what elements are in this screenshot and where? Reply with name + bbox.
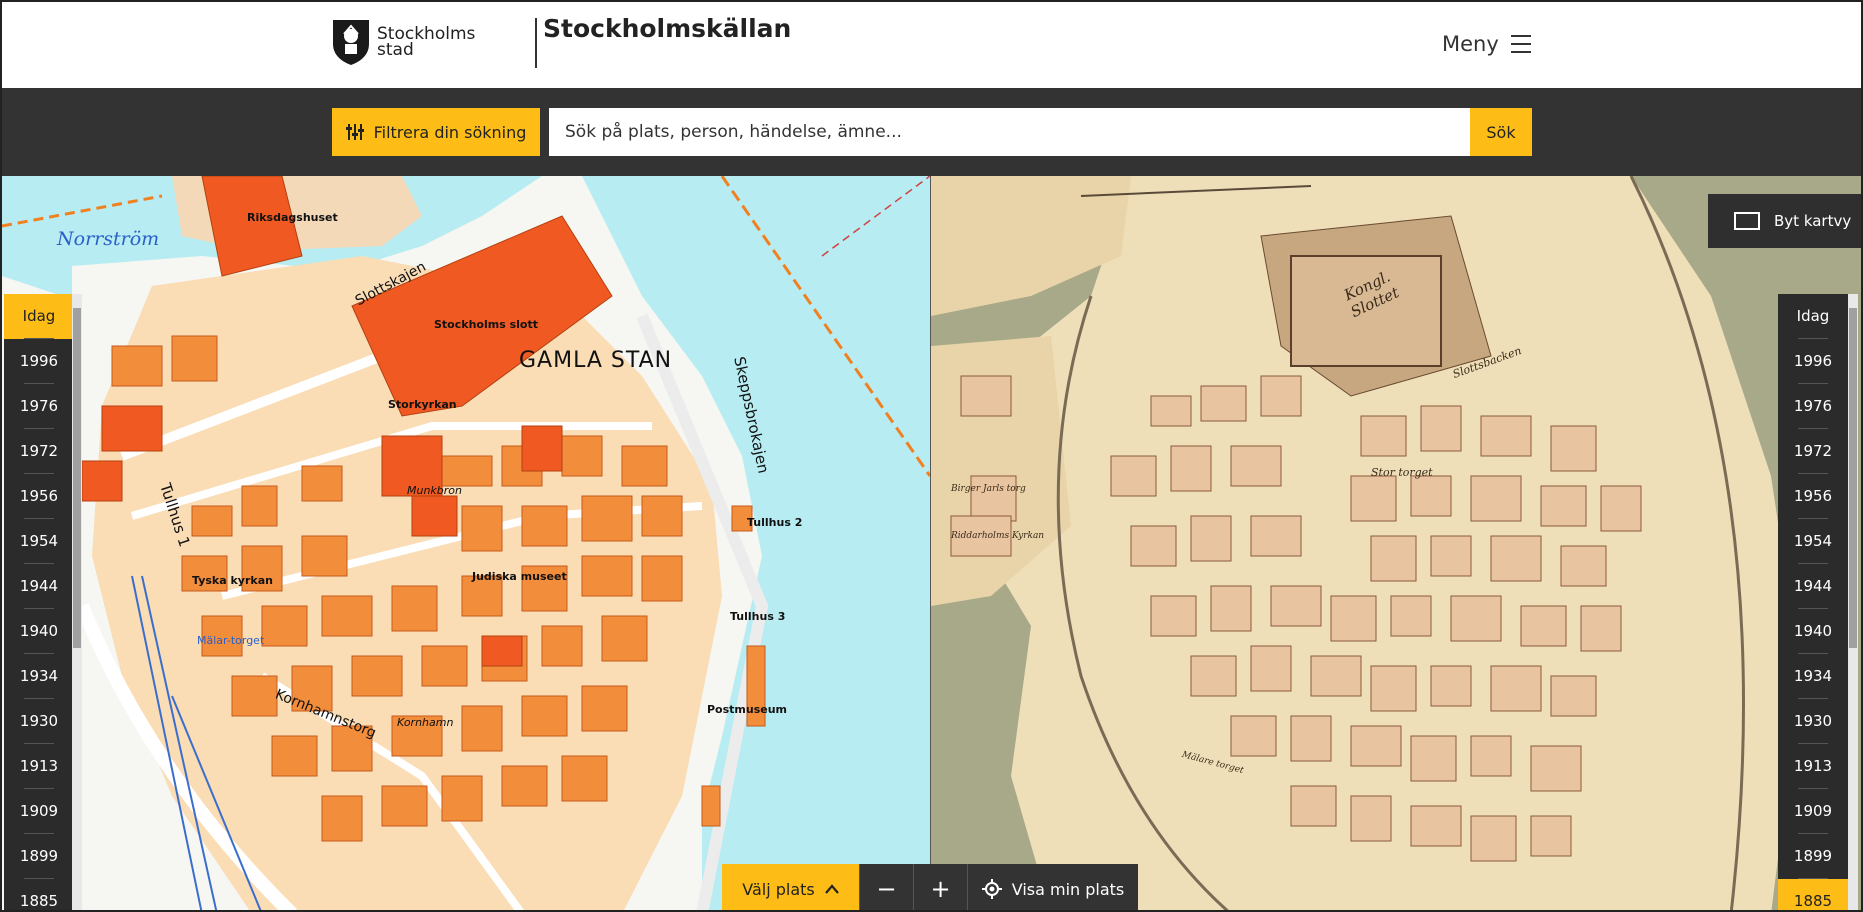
- map-place-storkyrkan: Storkyrkan: [388, 398, 457, 411]
- shield-logo-icon: [333, 20, 369, 65]
- map-place-riddarholms-kyrkan: Riddarholms Kyrkan: [951, 531, 1045, 541]
- timeline-left-scrollbar[interactable]: [72, 294, 82, 910]
- timeline-right-year[interactable]: 1909: [1778, 789, 1848, 834]
- zoom-in-button[interactable]: +: [913, 864, 967, 910]
- map-district-label: GAMLA STAN: [519, 348, 673, 373]
- timeline-left-year[interactable]: 1940: [4, 609, 74, 654]
- map-modern-canvas: [2, 176, 930, 910]
- show-my-location-label: Visa min plats: [1011, 879, 1125, 899]
- timeline-right-year[interactable]: 1899: [1778, 834, 1848, 879]
- timeline-left-year[interactable]: 1996: [4, 339, 74, 384]
- chevron-up-icon: [824, 884, 839, 894]
- choose-place-label: Välj plats: [742, 879, 815, 899]
- timeline-right-year[interactable]: 1956: [1778, 474, 1848, 519]
- site-title[interactable]: Stockholmskällan: [543, 14, 791, 43]
- map-place-gamla-stan-station: Mälar-torget: [197, 634, 265, 647]
- search-button[interactable]: Sök: [1470, 108, 1532, 156]
- timeline-left-year[interactable]: 1930: [4, 699, 74, 744]
- timeline-right-year[interactable]: 1934: [1778, 654, 1848, 699]
- map-view-box-icon: [1734, 212, 1760, 230]
- filter-label: Filtrera din sökning: [373, 122, 527, 142]
- timeline-right-year[interactable]: Idag: [1778, 294, 1848, 339]
- app-frame: Stockholms stad Stockholmskällan Meny Fi…: [0, 0, 1863, 912]
- timeline-left-year[interactable]: 1899: [4, 834, 74, 879]
- search-bar: Filtrera din sökning Sök: [2, 88, 1861, 176]
- search-input[interactable]: [549, 108, 1470, 156]
- site-header: Stockholms stad Stockholmskällan Meny: [2, 2, 1861, 88]
- logo-text: Stockholms stad: [377, 26, 475, 60]
- menu-button[interactable]: Meny: [1442, 32, 1531, 56]
- timeline-right-year[interactable]: 1930: [1778, 699, 1848, 744]
- logo-line2: stad: [377, 40, 414, 60]
- timeline-left-year[interactable]: 1956: [4, 474, 74, 519]
- timeline-left-year[interactable]: 1976: [4, 384, 74, 429]
- show-my-location-button[interactable]: Visa min plats: [967, 864, 1138, 910]
- map-place-norrstrom: Norrström: [57, 228, 160, 250]
- scrollbar-thumb[interactable]: [73, 308, 81, 648]
- timeline-right-year[interactable]: 1976: [1778, 384, 1848, 429]
- map-place-stortorget: Munkbron: [407, 484, 463, 497]
- map-place-postmuseum: Tyska kyrkan: [192, 574, 273, 587]
- map-place-tullhus-1: Tullhus 2: [747, 516, 803, 529]
- stockholms-stad-logo[interactable]: Stockholms stad: [331, 18, 475, 66]
- switch-map-label: Byt kartvy: [1774, 212, 1852, 230]
- timeline-left-year[interactable]: 1913: [4, 744, 74, 789]
- switch-map-view-button[interactable]: Byt kartvy: [1708, 194, 1861, 248]
- zoom-out-button[interactable]: −: [859, 864, 913, 910]
- map-place-stor-torget: Stor torget: [1371, 466, 1433, 479]
- map-place-tullhus-3: Postmuseum: [707, 703, 788, 716]
- timeline-left-year[interactable]: 1885: [4, 879, 74, 910]
- timeline-left-year[interactable]: 1972: [4, 429, 74, 474]
- timeline-right-year[interactable]: 1972: [1778, 429, 1848, 474]
- timeline-left-year[interactable]: 1909: [4, 789, 74, 834]
- timeline-left-year[interactable]: 1954: [4, 519, 74, 564]
- timeline-left-year[interactable]: 1944: [4, 564, 74, 609]
- timeline-left: Idag 1996 1976 1972 1956 1954 1944 1940 …: [4, 294, 74, 910]
- timeline-right-year[interactable]: 1944: [1778, 564, 1848, 609]
- choose-place-button[interactable]: Välj plats: [722, 864, 859, 910]
- map-place-tullhus-2: Tullhus 3: [730, 610, 786, 623]
- map-place-riksdagshuset: Riksdagshuset: [247, 211, 338, 224]
- map-place-birger-jarls-torg: Birger Jarls torg: [951, 484, 1026, 494]
- timeline-right-year[interactable]: 1996: [1778, 339, 1848, 384]
- locate-crosshair-icon: [981, 879, 1002, 899]
- hamburger-icon: [1510, 35, 1531, 53]
- timeline-left-year[interactable]: 1934: [4, 654, 74, 699]
- map-historical[interactable]: Kongl. Slottet Slottsbacken Stor torget …: [931, 176, 1861, 910]
- filter-sliders-icon: [345, 124, 364, 140]
- timeline-right-year[interactable]: 1954: [1778, 519, 1848, 564]
- timeline-right-year[interactable]: 1913: [1778, 744, 1848, 789]
- timeline-right-year[interactable]: 1940: [1778, 609, 1848, 654]
- timeline-right-year[interactable]: 1885: [1778, 879, 1848, 910]
- scrollbar-thumb[interactable]: [1849, 308, 1857, 648]
- header-divider: [535, 18, 537, 68]
- map-controls: Välj plats − + Visa min plats: [722, 864, 1138, 910]
- map-place-tyska-kyrkan: Judiska museet: [472, 570, 567, 583]
- timeline-right-scrollbar[interactable]: [1848, 294, 1858, 910]
- map-place-stockholms-slott: Stockholms slott: [434, 318, 538, 331]
- menu-label: Meny: [1442, 32, 1499, 56]
- timeline-right: Idag 1996 1976 1972 1956 1954 1944 1940 …: [1778, 294, 1848, 910]
- map-modern[interactable]: GAMLA STAN Norrström Riksdagshuset Slott…: [2, 176, 930, 910]
- map-place-kornhamnstorg: Kornhamn: [397, 716, 454, 729]
- filter-button[interactable]: Filtrera din sökning: [332, 108, 540, 156]
- timeline-left-year[interactable]: Idag: [4, 294, 74, 339]
